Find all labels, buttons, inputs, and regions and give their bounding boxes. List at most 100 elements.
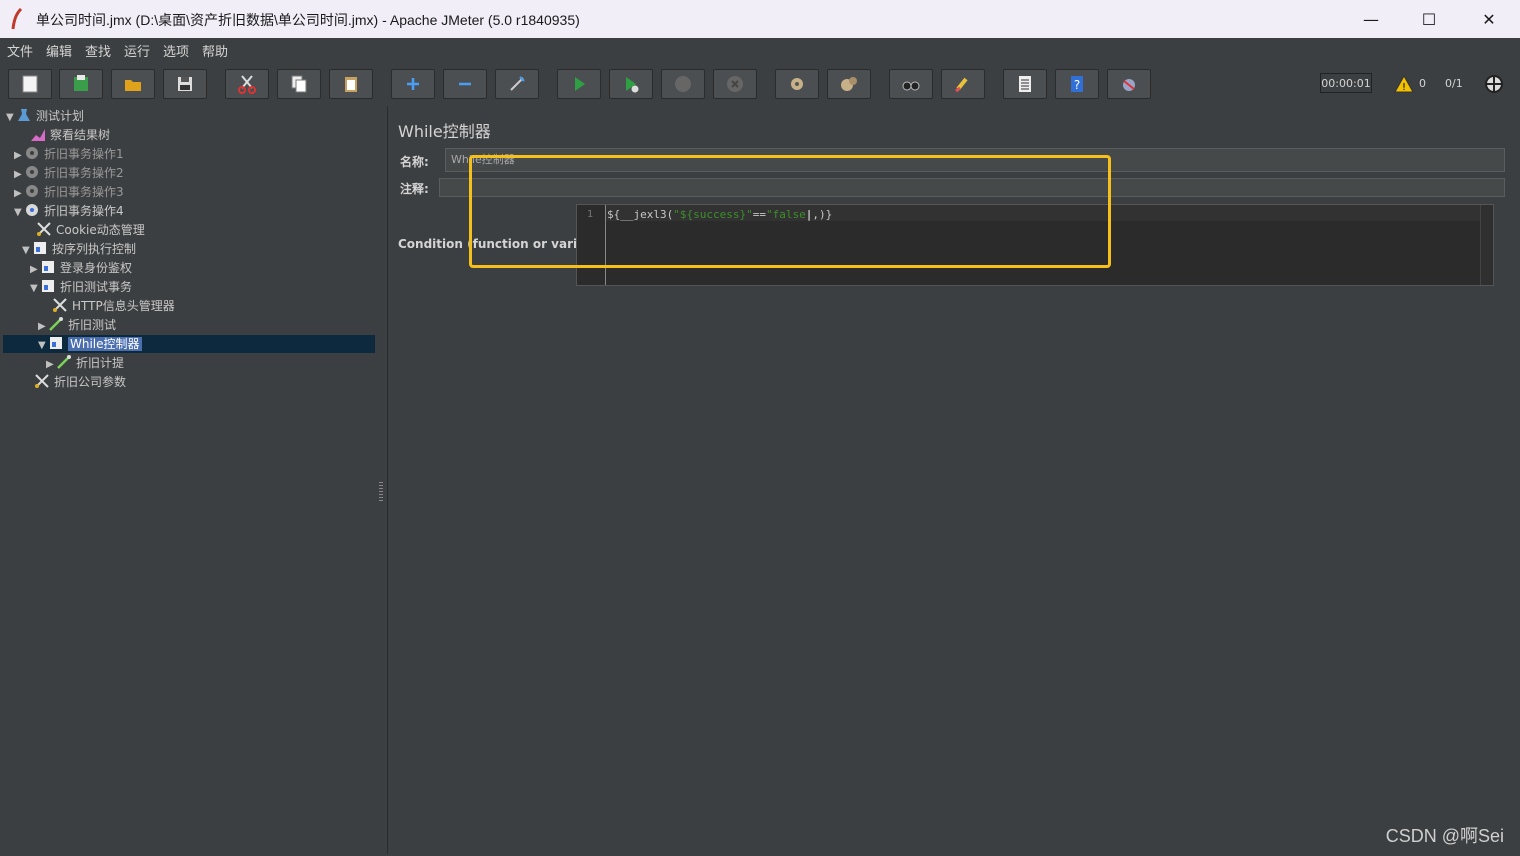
copy-button[interactable]: [277, 69, 321, 99]
save-button[interactable]: [163, 69, 207, 99]
tree-node-thread-group-1[interactable]: ▶ 折旧事务操作1: [14, 145, 124, 164]
close-button[interactable]: ✕: [1460, 0, 1518, 38]
expand-arrow-icon[interactable]: ▶: [30, 260, 40, 279]
expand-arrow-icon[interactable]: ▼: [14, 203, 24, 222]
stop-button[interactable]: [661, 69, 705, 99]
expand-arrow-icon[interactable]: ▼: [30, 279, 40, 298]
warning-count: 0: [1419, 77, 1426, 90]
menu-run[interactable]: 运行: [124, 41, 150, 60]
tree-node-thread-group-3[interactable]: ▶ 折旧事务操作3: [14, 183, 124, 202]
toggle-button[interactable]: [495, 69, 539, 99]
copy-icon: [291, 75, 307, 93]
tree-node-http-header-manager[interactable]: HTTP信息头管理器: [52, 297, 175, 316]
open-icon: [125, 80, 141, 91]
menu-search[interactable]: 查找: [85, 41, 111, 60]
tree-node-test-plan[interactable]: ▼ 测试计划: [6, 107, 84, 126]
jmeter-feather-icon: [11, 8, 23, 30]
tree-node-depreciation-test[interactable]: ▶ 折旧测试: [38, 316, 116, 335]
tree-node-label: 登录身份鉴权: [60, 261, 133, 275]
tree-node-while-controller[interactable]: ▼ While控制器: [38, 335, 142, 354]
menu-options[interactable]: 选项: [163, 41, 189, 60]
splitter-grip-icon[interactable]: [379, 482, 383, 502]
expand-arrow-icon[interactable]: ▼: [22, 241, 32, 260]
config-icon: [37, 222, 51, 236]
reset-search-button[interactable]: [941, 69, 985, 99]
broom-gear-icon: [791, 78, 803, 90]
tree-node-company-params[interactable]: 折旧公司参数: [34, 373, 126, 392]
tree-node-label: 按序列执行控制: [52, 242, 137, 256]
templates-button[interactable]: [59, 69, 103, 99]
warning-icon[interactable]: !: [1394, 75, 1414, 93]
tree-node-label: 测试计划: [36, 109, 85, 123]
toolbar: ?: [0, 60, 1520, 106]
paste-button[interactable]: [329, 69, 373, 99]
tree-node-label: 折旧事务操作3: [44, 185, 124, 199]
expand-arrow-icon[interactable]: ▼: [6, 108, 16, 127]
pane-splitter[interactable]: [376, 106, 386, 854]
menu-help[interactable]: 帮助: [202, 41, 228, 60]
start-no-pauses-button[interactable]: [609, 69, 653, 99]
clear-all-button[interactable]: [827, 69, 871, 99]
tree-node-label: 折旧事务操作4: [44, 204, 124, 218]
expand-arrow-icon[interactable]: ▼: [38, 336, 48, 355]
function-helper-button[interactable]: [1003, 69, 1047, 99]
tree-node-sequence-controller[interactable]: ▼ 按序列执行控制: [22, 240, 136, 259]
test-plan-icon: [18, 109, 30, 121]
tree-node-label: 折旧测试事务: [60, 280, 133, 294]
remote-button[interactable]: [1107, 69, 1151, 99]
editor-scrollbar[interactable]: [1480, 205, 1493, 285]
thread-group-icon: [26, 204, 38, 216]
expand-arrow-icon[interactable]: ▶: [14, 184, 24, 203]
maximize-button[interactable]: ☐: [1400, 0, 1458, 38]
collapse-all-button[interactable]: [443, 69, 487, 99]
cut-icon: [238, 75, 256, 94]
cut-button[interactable]: [225, 69, 269, 99]
expand-arrow-icon[interactable]: ▶: [38, 317, 48, 336]
tree-node-results-tree[interactable]: 察看结果树: [30, 126, 110, 145]
tree-node-label: 折旧事务操作2: [44, 166, 124, 180]
broom-gears-icon: [841, 77, 857, 91]
tree-node-depreciation-accrual[interactable]: ▶ 折旧计提: [46, 354, 124, 373]
tree-node-label: While控制器: [68, 337, 142, 351]
thread-group-icon: [26, 185, 38, 197]
comment-label: 注释:: [400, 182, 429, 196]
expand-arrow-icon[interactable]: ▶: [14, 146, 24, 165]
tree-node-label: Cookie动态管理: [56, 223, 145, 237]
new-icon: [22, 75, 38, 93]
shutdown-button[interactable]: [713, 69, 757, 99]
thread-group-icon: [26, 166, 38, 178]
title-bar: 单公司时间.jmx (D:\桌面\资产折旧数据\单公司时间.jmx) - Apa…: [0, 0, 1520, 38]
menu-edit[interactable]: 编辑: [46, 41, 72, 60]
thread-group-icon: [26, 147, 38, 159]
listener-icon: [31, 129, 45, 141]
clear-button[interactable]: [775, 69, 819, 99]
search-button[interactable]: [889, 69, 933, 99]
config-icon: [53, 298, 67, 312]
templates-icon: [74, 75, 88, 91]
expand-arrow-icon[interactable]: ▶: [46, 355, 56, 374]
play-icon: [575, 77, 585, 91]
tree-node-label: 折旧公司参数: [54, 375, 127, 389]
tree-node-login-auth[interactable]: ▶ 登录身份鉴权: [30, 259, 132, 278]
panel-title: While控制器: [398, 122, 491, 141]
minimize-button[interactable]: —: [1342, 0, 1400, 38]
tree-node-depreciation-transaction[interactable]: ▼ 折旧测试事务: [30, 278, 132, 297]
active-threads: 0/1: [1445, 77, 1463, 90]
config-icon: [35, 374, 49, 388]
menu-file[interactable]: 文件: [7, 41, 33, 60]
new-button[interactable]: [8, 69, 52, 99]
controller-icon: [42, 261, 54, 273]
open-button[interactable]: [111, 69, 155, 99]
tree-node-thread-group-4[interactable]: ▼ 折旧事务操作4: [14, 202, 124, 221]
expand-all-button[interactable]: [391, 69, 435, 99]
list-icon: [1019, 76, 1031, 92]
remote-status-icon: [1485, 75, 1503, 93]
save-icon: [178, 77, 192, 91]
tree-node-cookie-manager[interactable]: Cookie动态管理: [36, 221, 145, 240]
start-button[interactable]: [557, 69, 601, 99]
help-button[interactable]: ?: [1055, 69, 1099, 99]
expand-arrow-icon[interactable]: ▶: [14, 165, 24, 184]
paste-icon: [345, 77, 357, 92]
tree-node-thread-group-2[interactable]: ▶ 折旧事务操作2: [14, 164, 124, 183]
stop-icon: [675, 76, 691, 92]
